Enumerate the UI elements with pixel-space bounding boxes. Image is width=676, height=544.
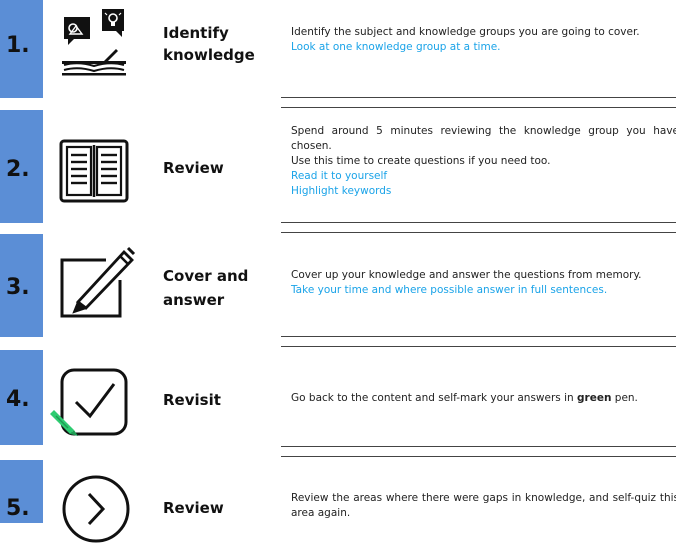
step-4-title: Revisit [163,391,221,409]
step-4-text-green: green [577,392,612,404]
step-2-text2: Use this time to create questions if you… [291,155,551,167]
step-5-description: Review the areas where there were gaps i… [291,491,676,521]
step-1-title: Identify knowledge [163,22,255,66]
open-book-icon [59,139,129,203]
step-2-description: Spend around 5 minutes reviewing the kno… [291,124,676,199]
divider [281,232,676,233]
divider [281,456,676,457]
step-3-text: Cover up your knowledge and answer the q… [291,269,642,281]
divider [281,346,676,347]
step-1-text: Identify the subject and knowledge group… [291,26,640,38]
step-1-number: 1. [6,33,30,58]
step-1-tip: Look at one knowledge group at a time. [291,41,501,53]
step-1-description: Identify the subject and knowledge group… [291,25,676,55]
step-4-description: Go back to the content and self-mark you… [291,391,676,406]
step-2-tip-2: Highlight keywords [291,185,392,197]
step-3-title: Cover and answer [163,265,248,311]
step-3-title-line2: answer [163,291,225,309]
chevron-circle-icon [62,475,130,543]
pencil-square-icon [60,246,136,318]
step-2-text: Spend around 5 minutes reviewing the kno… [291,125,676,152]
step-4-text-end: pen. [611,392,638,404]
step-3-tip: Take your time and where possible answer… [291,284,608,296]
step-5-text: Review the areas where there were gaps i… [291,492,676,519]
step-1-title-line1: Identify [163,24,229,42]
step-2-tip-1: Read it to yourself [291,170,388,182]
step-1-title-line2: knowledge [163,46,255,64]
divider [281,336,676,337]
divider [281,222,676,223]
checkbox-icon [50,368,128,436]
step-3-title-line1: Cover and [163,267,249,285]
step-2-title: Review [163,159,224,177]
green-pen-icon [50,410,78,436]
chat-idea-book-icon [62,9,126,76]
step-2-number: 2. [6,157,30,182]
step-5-number: 5. [6,496,30,521]
divider [281,446,676,447]
step-4-text: Go back to the content and self-mark you… [291,392,578,404]
divider [281,107,676,108]
divider [281,97,676,98]
step-3-number: 3. [6,275,30,300]
step-5-title: Review [163,499,224,517]
step-3-description: Cover up your knowledge and answer the q… [291,268,676,298]
step-4-number: 4. [6,387,30,412]
